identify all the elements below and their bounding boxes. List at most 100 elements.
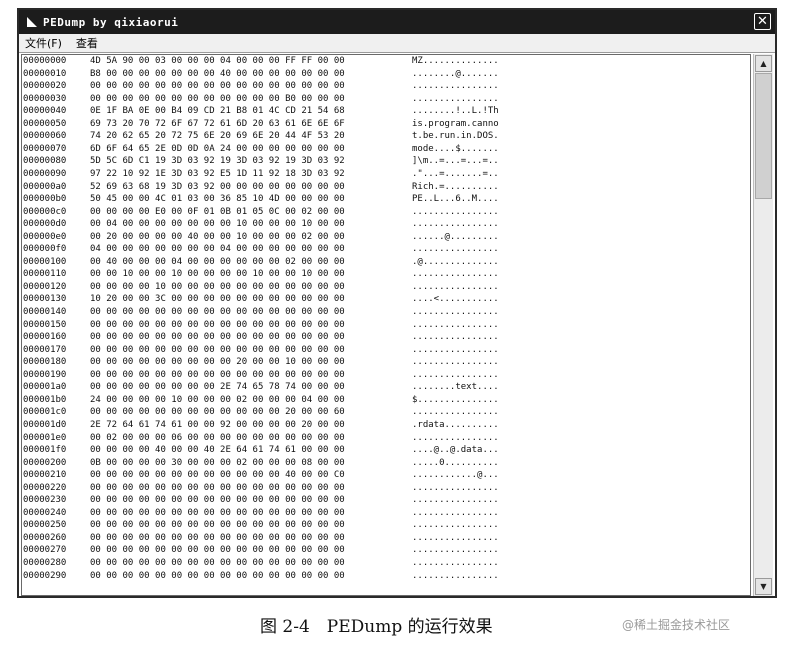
row-ascii: ................	[412, 206, 499, 217]
row-ascii: ................	[412, 407, 499, 418]
row-ascii: ....<...........	[412, 294, 499, 305]
pedump-window: PEDump by qixiaorui ✕ 文件(F) 查看 00000000 4…	[17, 8, 777, 598]
row-offset: 00000060	[23, 131, 67, 142]
row-offset: 00000020	[23, 81, 67, 92]
row-ascii: ........text....	[412, 382, 499, 393]
row-ascii: ................	[412, 432, 499, 443]
figure-caption: 图 2-4 PEDump 的运行效果	[260, 617, 493, 637]
scroll-up-arrow-icon[interactable]: ▲	[755, 55, 772, 72]
title-bar[interactable]: PEDump by qixiaorui ✕	[19, 10, 775, 34]
row-ascii: ................	[412, 507, 499, 518]
row-ascii: ................	[412, 81, 499, 92]
row-hex-bytes: 00 00 10 00 00 10 00 00 00 00 10 00 00 1…	[90, 269, 345, 280]
row-ascii: ................	[412, 357, 499, 368]
row-offset: 000000a0	[23, 181, 67, 192]
row-offset: 00000040	[23, 106, 67, 117]
row-ascii: ................	[412, 532, 499, 543]
row-offset: 00000180	[23, 357, 67, 368]
row-hex-bytes: 00 40 00 00 00 04 00 00 00 00 00 00 02 0…	[90, 256, 345, 267]
row-offset: 00000160	[23, 332, 67, 343]
row-ascii: ....@..@.data...	[412, 445, 499, 456]
row-hex-bytes: 00 00 00 00 00 00 00 00 00 00 00 00 00 0…	[90, 344, 345, 355]
row-offset: 00000010	[23, 68, 67, 79]
row-hex-bytes: 00 00 00 00 00 00 00 00 00 00 00 00 00 0…	[90, 532, 345, 543]
row-hex-bytes: 00 00 00 00 00 00 00 00 2E 74 65 78 74 0…	[90, 382, 345, 393]
row-offset: 000001d0	[23, 419, 67, 430]
row-offset: 00000190	[23, 369, 67, 380]
row-ascii: is.program.canno	[412, 118, 499, 129]
app-icon	[27, 17, 37, 27]
row-hex-bytes: 00 00 00 00 00 00 00 00 00 00 00 00 00 0…	[90, 319, 345, 330]
row-ascii: ................	[412, 344, 499, 355]
row-hex-bytes: 00 00 00 00 00 00 00 00 00 00 00 00 00 0…	[90, 495, 345, 506]
vertical-scrollbar[interactable]: ▲ ▼	[753, 54, 773, 596]
row-offset: 00000200	[23, 457, 67, 468]
row-hex-bytes: 00 00 00 00 00 00 00 00 00 00 00 00 00 0…	[90, 332, 345, 343]
row-offset: 000001e0	[23, 432, 67, 443]
window-title: PEDump by qixiaorui	[43, 15, 179, 29]
row-ascii: ................	[412, 269, 499, 280]
row-hex-bytes: 00 00 00 00 00 00 00 00 00 00 00 00 20 0…	[90, 407, 345, 418]
row-hex-bytes: 50 45 00 00 4C 01 03 00 36 85 10 4D 00 0…	[90, 194, 345, 205]
row-ascii: ......@.........	[412, 231, 499, 242]
row-hex-bytes: 4D 5A 90 00 03 00 00 00 04 00 00 00 FF F…	[90, 56, 345, 66]
row-offset: 000001b0	[23, 394, 67, 405]
row-offset: 00000110	[23, 269, 67, 280]
row-hex-bytes: 00 00 00 00 00 00 00 00 00 00 00 00 00 0…	[90, 307, 345, 317]
row-ascii: PE..L...6..M....	[412, 194, 499, 205]
row-offset: 00000290	[23, 570, 67, 581]
row-offset: 000001f0	[23, 445, 67, 456]
row-offset: 000000c0	[23, 206, 67, 217]
row-ascii: ................	[412, 93, 499, 104]
row-hex-bytes: 6D 6F 64 65 2E 0D 0D 0A 24 00 00 00 00 0…	[90, 143, 345, 154]
row-offset: 00000210	[23, 470, 67, 481]
row-hex-bytes: 2E 72 64 61 74 61 00 00 92 00 00 00 00 2…	[90, 419, 345, 430]
row-hex-bytes: B8 00 00 00 00 00 00 00 40 00 00 00 00 0…	[90, 68, 345, 79]
row-hex-bytes: 24 00 00 00 00 10 00 00 00 02 00 00 00 0…	[90, 394, 345, 405]
row-hex-bytes: 00 00 00 00 00 00 00 00 00 00 00 00 00 0…	[90, 570, 345, 581]
row-offset: 00000130	[23, 294, 67, 305]
menu-view[interactable]: 查看	[76, 35, 98, 51]
row-offset: 00000140	[23, 307, 67, 317]
row-offset: 000001c0	[23, 407, 67, 418]
row-offset: 00000260	[23, 532, 67, 543]
close-button[interactable]: ✕	[754, 13, 771, 30]
row-hex-bytes: 00 00 00 00 00 00 00 00 00 00 00 00 B0 0…	[90, 93, 345, 104]
row-hex-bytes: 97 22 10 92 1E 3D 03 92 E5 1D 11 92 18 3…	[90, 168, 345, 179]
row-ascii: ............@...	[412, 470, 499, 481]
row-hex-bytes: 00 00 00 00 00 00 00 00 00 00 00 00 00 0…	[90, 482, 345, 493]
hex-dump-view[interactable]: 00000000 4D 5A 90 00 03 00 00 00 04 00 00…	[21, 54, 751, 596]
row-hex-bytes: 00 00 00 00 10 00 00 00 00 00 00 00 00 0…	[90, 281, 345, 292]
row-ascii: mode....$.......	[412, 143, 499, 154]
row-offset: 00000100	[23, 256, 67, 267]
row-hex-bytes: 69 73 20 70 72 6F 67 72 61 6D 20 63 61 6…	[90, 118, 345, 129]
row-hex-bytes: 00 00 00 00 00 00 00 00 00 00 00 00 40 0…	[90, 470, 345, 481]
row-offset: 00000230	[23, 495, 67, 506]
row-offset: 00000070	[23, 143, 67, 154]
row-hex-bytes: 0B 00 00 00 00 30 00 00 00 02 00 00 00 0…	[90, 457, 345, 468]
row-offset: 000000d0	[23, 219, 67, 230]
row-ascii: ................	[412, 495, 499, 506]
row-ascii: ................	[412, 369, 499, 380]
menu-file[interactable]: 文件(F)	[25, 35, 62, 51]
row-hex-bytes: 00 00 00 00 00 00 00 00 00 00 00 00 00 0…	[90, 558, 345, 568]
row-ascii: ........@.......	[412, 68, 499, 79]
row-ascii: ........!..L.!Th	[412, 106, 499, 117]
row-hex-bytes: 52 69 63 68 19 3D 03 92 00 00 00 00 00 0…	[90, 181, 345, 192]
row-hex-bytes: 04 00 00 00 00 00 00 00 04 00 00 00 00 0…	[90, 244, 345, 255]
row-ascii: ."...=.......=..	[412, 168, 499, 179]
row-ascii: ................	[412, 558, 499, 568]
row-ascii: .rdata..........	[412, 419, 499, 430]
row-ascii: ................	[412, 281, 499, 292]
scroll-down-arrow-icon[interactable]: ▼	[755, 578, 772, 595]
row-ascii: .@..............	[412, 256, 499, 267]
scroll-thumb[interactable]	[755, 73, 772, 199]
row-ascii: ................	[412, 332, 499, 343]
row-hex-bytes: 00 00 00 00 00 00 00 00 00 00 00 00 00 0…	[90, 369, 345, 380]
row-offset: 000000f0	[23, 244, 67, 255]
row-offset: 000001a0	[23, 382, 67, 393]
row-ascii: MZ..............	[412, 56, 499, 66]
row-ascii: ................	[412, 244, 499, 255]
row-ascii: ]\m..=...=...=..	[412, 156, 499, 167]
row-hex-bytes: 00 02 00 00 00 06 00 00 00 00 00 00 00 0…	[90, 432, 345, 443]
